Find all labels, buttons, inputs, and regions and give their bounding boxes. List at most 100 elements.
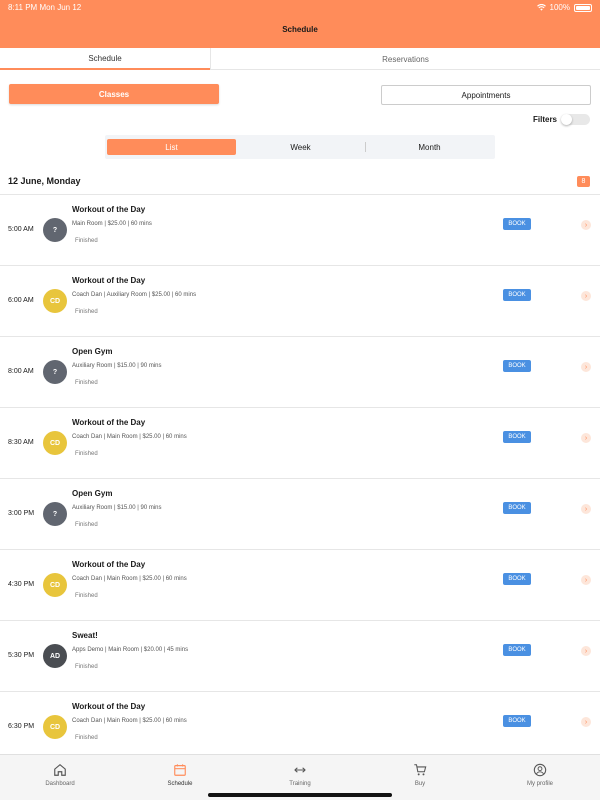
class-row[interactable]: 6:30 PM CD Workout of the Day Coach Dan … bbox=[0, 692, 600, 763]
home-indicator bbox=[208, 793, 392, 797]
appointments-button[interactable]: Appointments bbox=[381, 85, 591, 105]
class-time: 5:00 AM bbox=[8, 226, 34, 233]
class-meta: Auxiliary Room | $15.00 | 90 mins bbox=[72, 505, 162, 511]
class-title: Open Gym bbox=[72, 489, 113, 498]
class-meta: Main Room | $25.00 | 60 mins bbox=[72, 221, 152, 227]
book-button[interactable]: BOOK bbox=[503, 644, 531, 656]
avatar: ? bbox=[43, 360, 67, 384]
class-status: Finished bbox=[75, 593, 98, 599]
class-title: Workout of the Day bbox=[72, 418, 146, 427]
tab-schedule[interactable]: Schedule bbox=[0, 48, 210, 70]
status-icons: 100% bbox=[536, 3, 592, 12]
app-header: 8:11 PM Mon Jun 12 100% Schedule bbox=[0, 0, 600, 48]
class-status: Finished bbox=[75, 522, 98, 528]
class-status: Finished bbox=[75, 238, 98, 244]
nav-schedule[interactable]: Schedule bbox=[120, 763, 240, 787]
chevron-right-icon[interactable]: › bbox=[581, 362, 591, 372]
class-row[interactable]: 5:00 AM ? Workout of the Day Main Room |… bbox=[0, 195, 600, 266]
class-meta: Coach Dan | Auxiliary Room | $25.00 | 60… bbox=[72, 292, 197, 298]
book-button[interactable]: BOOK bbox=[503, 715, 531, 727]
class-title: Workout of the Day bbox=[72, 276, 146, 285]
avatar: ? bbox=[43, 218, 67, 242]
date-heading: 12 June, Monday bbox=[8, 176, 81, 186]
class-status: Finished bbox=[75, 380, 98, 386]
avatar: CD bbox=[43, 431, 67, 455]
class-time: 8:30 AM bbox=[8, 439, 34, 446]
chevron-right-icon[interactable]: › bbox=[581, 717, 591, 727]
class-row[interactable]: 8:30 AM CD Workout of the Day Coach Dan … bbox=[0, 408, 600, 479]
battery-icon bbox=[574, 3, 592, 12]
classes-button[interactable]: Classes bbox=[9, 84, 219, 104]
class-status: Finished bbox=[75, 309, 98, 315]
class-status: Finished bbox=[75, 735, 98, 741]
nav-label: My profile bbox=[526, 781, 553, 787]
view-tab-week[interactable]: Week bbox=[236, 139, 365, 155]
nav-dashboard[interactable]: Dashboard bbox=[0, 763, 120, 787]
avatar: CD bbox=[43, 573, 67, 597]
chevron-right-icon[interactable]: › bbox=[581, 575, 591, 585]
calendar-icon bbox=[174, 764, 186, 776]
tab-reservations[interactable]: Reservations bbox=[210, 48, 600, 70]
book-button[interactable]: BOOK bbox=[503, 573, 531, 585]
class-status: Finished bbox=[75, 664, 98, 670]
toggle-knob bbox=[561, 114, 572, 125]
class-title: Workout of the Day bbox=[72, 702, 146, 711]
profile-icon bbox=[533, 763, 547, 777]
avatar: CD bbox=[43, 289, 67, 313]
view-tab-month[interactable]: Month bbox=[365, 142, 493, 152]
nav-buy[interactable]: Buy bbox=[360, 763, 480, 787]
filters-label: Filters bbox=[533, 115, 558, 124]
avatar: CD bbox=[43, 715, 67, 739]
class-time: 4:30 PM bbox=[8, 581, 35, 588]
chevron-right-icon[interactable]: › bbox=[581, 646, 591, 656]
avatar: AD bbox=[43, 644, 67, 668]
status-bar: 8:11 PM Mon Jun 12 100% bbox=[0, 0, 600, 14]
chevron-right-icon[interactable]: › bbox=[581, 504, 591, 514]
nav-training[interactable]: Training bbox=[240, 763, 360, 787]
class-time: 8:00 AM bbox=[8, 368, 34, 375]
class-meta: Coach Dan | Main Room | $25.00 | 60 mins bbox=[72, 434, 187, 440]
class-status: Finished bbox=[75, 451, 98, 457]
book-button[interactable]: BOOK bbox=[503, 431, 531, 443]
cart-icon bbox=[414, 764, 427, 776]
book-button[interactable]: BOOK bbox=[503, 360, 531, 372]
class-meta: Coach Dan | Main Room | $25.00 | 60 mins bbox=[72, 718, 187, 724]
avatar: ? bbox=[43, 502, 67, 526]
class-meta: Auxiliary Room | $15.00 | 90 mins bbox=[72, 363, 162, 369]
class-time: 3:00 PM bbox=[8, 510, 35, 517]
top-tabs: Schedule Reservations bbox=[0, 48, 600, 70]
class-row[interactable]: 3:00 PM ? Open Gym Auxiliary Room | $15.… bbox=[0, 479, 600, 550]
view-segmented-control: List Week Month bbox=[105, 135, 495, 159]
battery-percent: 100% bbox=[549, 3, 570, 12]
book-button[interactable]: BOOK bbox=[503, 289, 531, 301]
nav-my-profile[interactable]: My profile bbox=[480, 763, 600, 787]
chevron-right-icon[interactable]: › bbox=[581, 220, 591, 230]
home-icon bbox=[54, 764, 66, 776]
class-title: Open Gym bbox=[72, 347, 113, 356]
class-title: Workout of the Day bbox=[72, 205, 146, 214]
class-meta: Coach Dan | Main Room | $25.00 | 60 mins bbox=[72, 576, 187, 582]
nav-label: Buy bbox=[414, 781, 426, 787]
status-time: 8:11 PM Mon Jun 12 bbox=[8, 3, 81, 12]
class-row[interactable]: 4:30 PM CD Workout of the Day Coach Dan … bbox=[0, 550, 600, 621]
class-meta: Apps Demo | Main Room | $20.00 | 45 mins bbox=[72, 647, 189, 653]
class-time: 6:30 PM bbox=[8, 723, 35, 730]
nav-label: Dashboard bbox=[45, 781, 75, 787]
chevron-right-icon[interactable]: › bbox=[581, 433, 591, 443]
nav-label: Training bbox=[289, 781, 311, 787]
page-title: Schedule bbox=[282, 25, 318, 34]
view-tab-list[interactable]: List bbox=[107, 139, 236, 155]
class-row[interactable]: 5:30 PM AD Sweat! Apps Demo | Main Room … bbox=[0, 621, 600, 692]
filters-toggle[interactable] bbox=[561, 114, 590, 125]
chevron-right-icon[interactable]: › bbox=[581, 291, 591, 301]
class-title: Sweat! bbox=[72, 631, 98, 640]
class-time: 5:30 PM bbox=[8, 652, 35, 659]
wifi-icon bbox=[536, 4, 546, 11]
status-date: Mon Jun 12 bbox=[39, 3, 82, 12]
class-row[interactable]: 8:00 AM ? Open Gym Auxiliary Room | $15.… bbox=[0, 337, 600, 408]
class-count-badge: 8 bbox=[577, 176, 590, 187]
class-row[interactable]: 6:00 AM CD Workout of the Day Coach Dan … bbox=[0, 266, 600, 337]
book-button[interactable]: BOOK bbox=[503, 218, 531, 230]
book-button[interactable]: BOOK bbox=[503, 502, 531, 514]
class-title: Workout of the Day bbox=[72, 560, 146, 569]
